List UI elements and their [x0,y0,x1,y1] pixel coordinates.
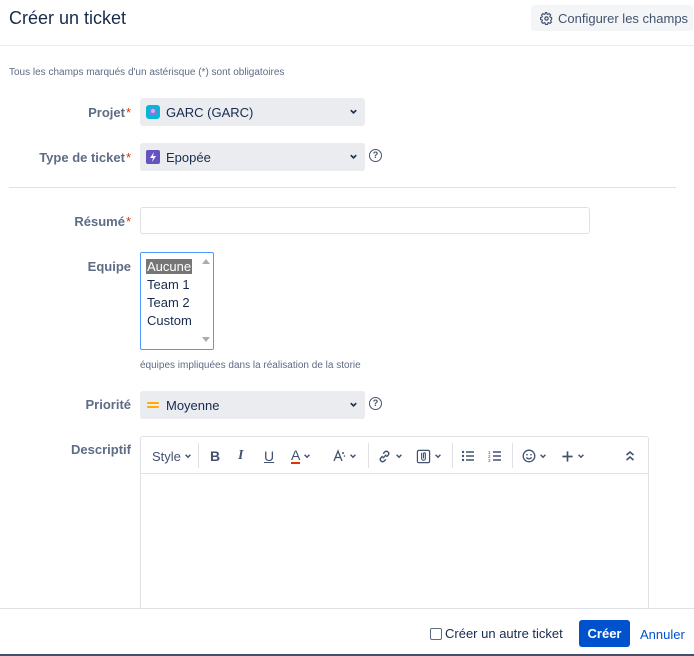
collapse-icon[interactable] [625,447,635,465]
create-button[interactable]: Créer [579,620,630,647]
create-another-label: Créer un autre ticket [445,626,563,641]
epic-icon [146,150,160,164]
required-fields-note: Tous les champs marqués d'un astérisque … [9,67,285,78]
priority-label: Priorité [85,397,131,412]
configure-fields-label: Configurer les champs [558,10,689,26]
team-option[interactable]: Team 2 [146,295,191,310]
link-button[interactable] [377,447,403,465]
chevron-down-icon [350,402,357,407]
cancel-link[interactable]: Annuler [640,627,685,642]
project-label-text: Projet [88,105,125,120]
team-listbox[interactable]: Aucune Team 1 Team 2 Custom [140,252,214,350]
dialog-footer: Créer un autre ticket Créer Annuler [0,608,694,656]
insert-more-icon [562,450,573,462]
editor-toolbar: Style B I U A 123 [141,437,648,474]
insert-more-button[interactable] [561,447,585,465]
project-select[interactable]: GARC (GARC) [140,98,365,126]
team-option[interactable]: Aucune [146,259,193,274]
help-icon[interactable]: ? [369,149,382,162]
create-another-option[interactable]: Créer un autre ticket [430,626,563,641]
toolbar-divider [368,443,369,468]
chevron-down-icon [350,454,356,459]
dialog-header: Créer un ticket Configurer les champs [0,0,694,46]
required-star: * [125,105,131,120]
project-avatar-icon [146,105,160,119]
svg-text:3: 3 [488,458,491,463]
required-star: * [125,214,131,229]
bold-icon[interactable]: B [210,447,220,465]
help-icon[interactable]: ? [369,397,382,410]
team-option[interactable]: Team 1 [146,277,191,292]
gear-icon [540,11,553,25]
toolbar-divider [198,443,199,468]
summary-label: Résumé* [74,214,131,229]
bullet-list-icon[interactable] [461,447,475,465]
team-hint: équipes impliquées dans la réalisation d… [140,360,361,371]
project-select-value: GARC (GARC) [166,104,254,120]
project-label: Projet* [88,105,131,120]
issue-type-select[interactable]: Epopée [140,143,365,171]
chevron-down-icon [304,454,311,459]
emoji-button[interactable] [522,447,547,465]
configure-fields-button[interactable]: Configurer les champs [531,5,693,31]
priority-select[interactable]: Moyenne [140,391,365,419]
chevron-down-icon [578,454,584,459]
required-star: * [125,150,131,165]
dialog-title: Créer un ticket [9,8,127,28]
text-color-button[interactable]: A [291,447,311,465]
issue-type-label-text: Type de ticket [39,150,125,165]
text-color-icon: A [291,446,301,464]
text-effects-button[interactable] [332,447,357,465]
issue-type-select-value: Epopée [166,149,211,165]
summary-input[interactable] [140,207,590,234]
scroll-down-icon[interactable] [202,337,210,342]
create-another-checkbox[interactable] [430,627,442,640]
attachment-icon [416,449,431,463]
chevron-down-icon [396,454,402,459]
toolbar-divider [452,443,453,468]
style-dropdown[interactable]: Style [152,447,192,465]
chevron-down-icon [350,109,357,114]
priority-select-value: Moyenne [166,397,220,413]
italic-icon[interactable]: I [238,447,243,465]
description-label: Descriptif [71,442,131,457]
numbered-list-icon[interactable]: 123 [488,447,502,465]
underline-icon[interactable]: U [264,447,274,465]
section-divider [9,187,676,188]
text-effects-icon [333,449,346,462]
team-label: Equipe [87,259,131,274]
listbox-scrollbar[interactable] [199,253,213,349]
chevron-down-icon [435,454,441,459]
summary-label-text: Résumé [74,214,125,229]
priority-medium-icon [146,398,160,412]
chevron-down-icon [184,454,191,459]
description-editor[interactable]: Style B I U A 123 [140,436,649,616]
toolbar-divider [512,443,513,468]
attachment-button[interactable] [416,447,442,465]
style-dropdown-label: Style [152,448,181,464]
chevron-down-icon [540,454,546,459]
link-icon [379,450,390,462]
scroll-up-icon[interactable] [202,259,210,264]
issue-type-label: Type de ticket* [39,150,131,165]
chevron-down-icon [350,154,357,159]
emoji-icon [522,449,536,463]
team-option[interactable]: Custom [146,313,193,328]
